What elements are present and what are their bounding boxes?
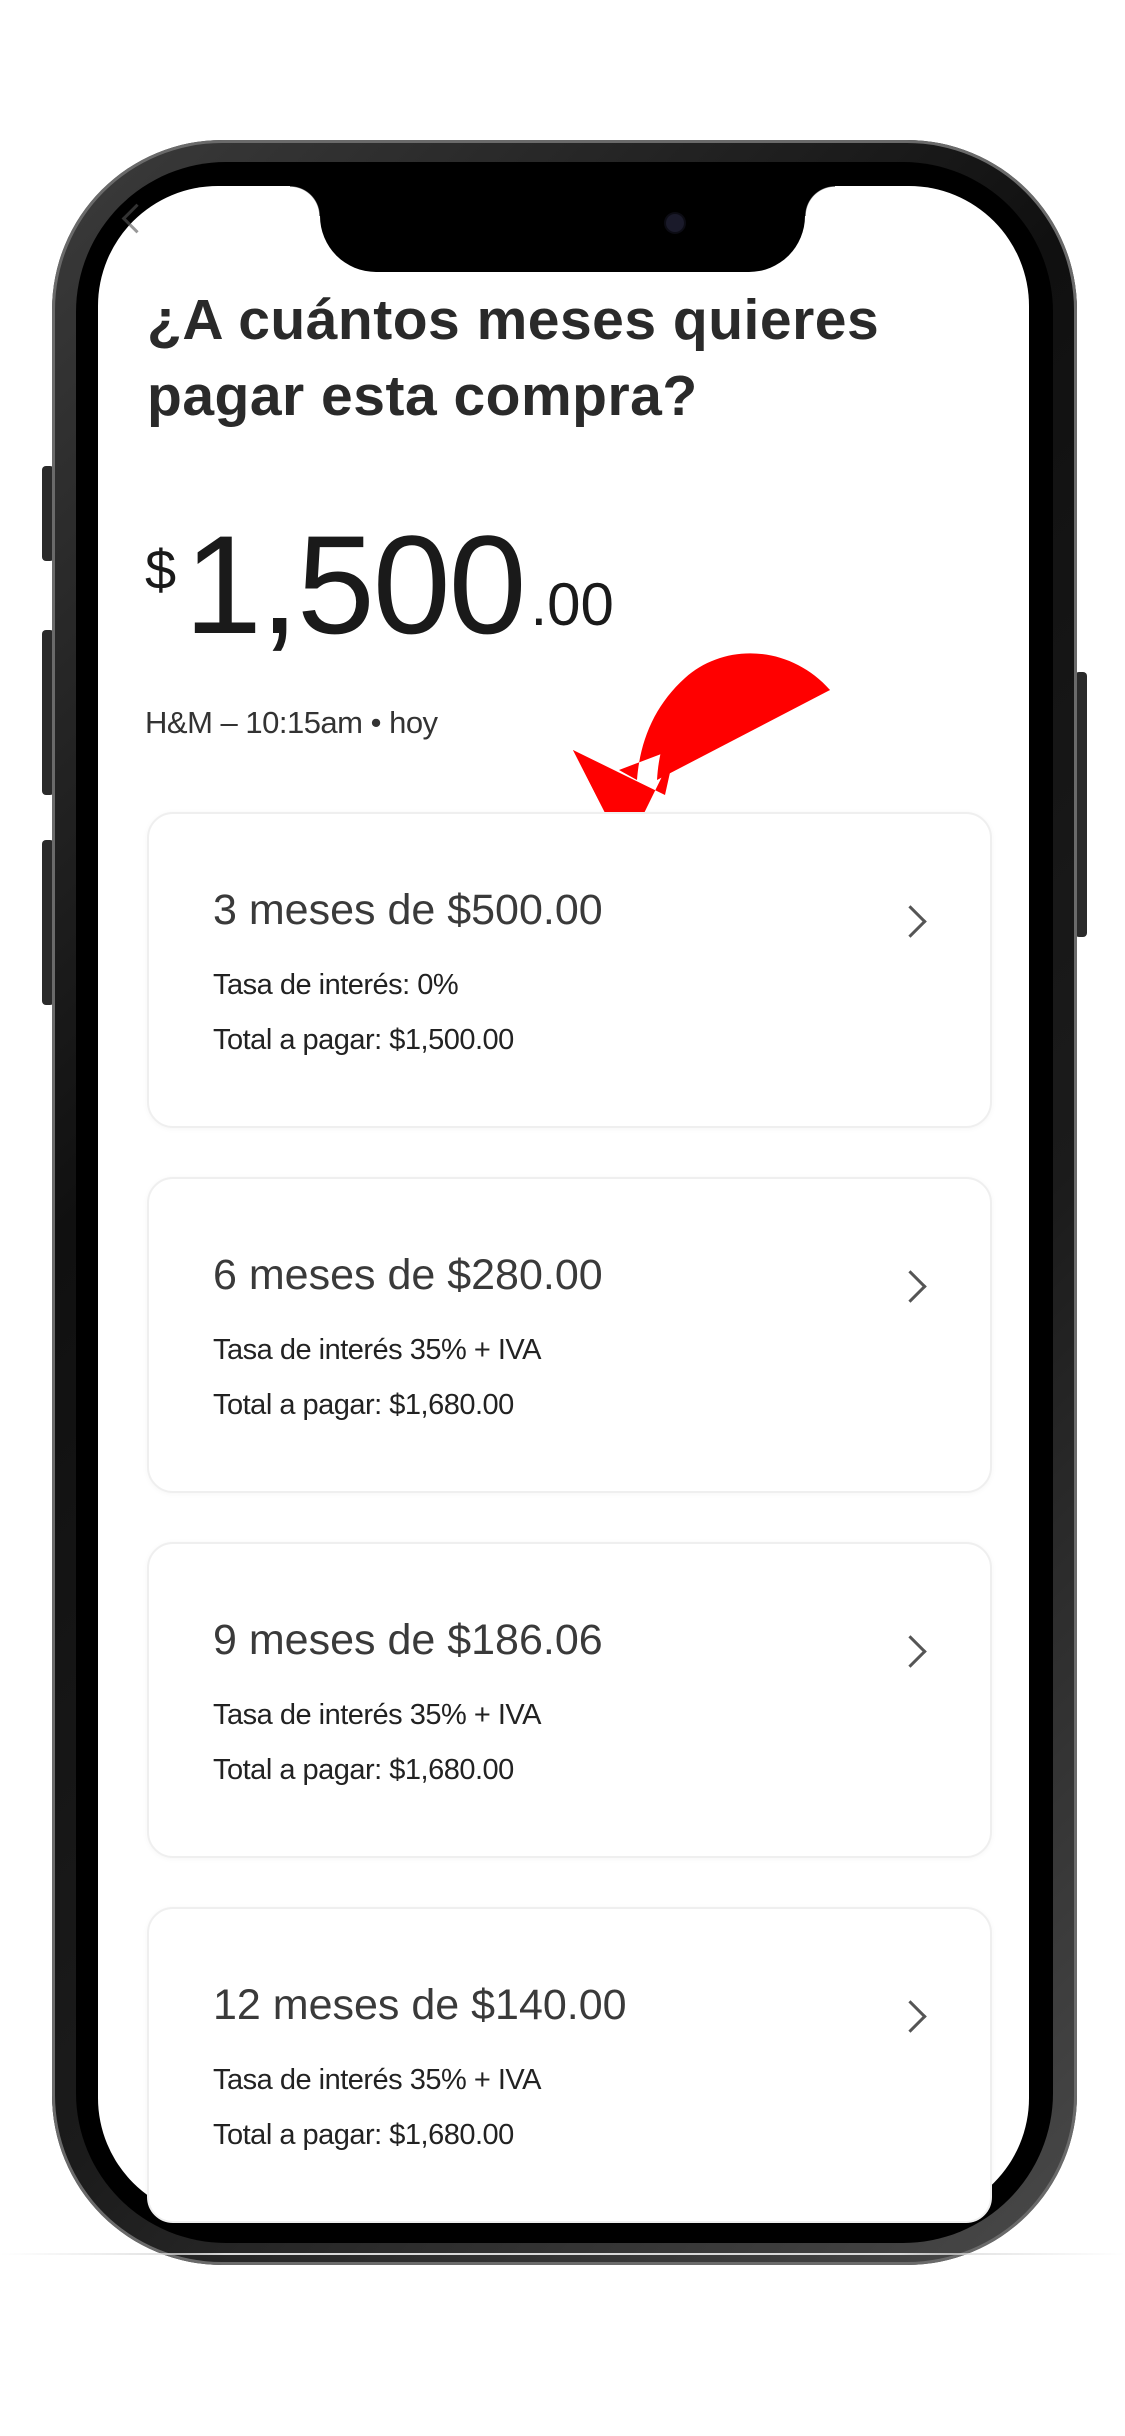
plan-title: 9 meses de $186.06 <box>213 1616 603 1664</box>
amount-cents: .00 <box>530 571 614 638</box>
plan-total: Total a pagar: $1,680.00 <box>213 1389 514 1421</box>
screen-bottom-mask <box>98 2218 1029 2222</box>
purchase-amount: $ 1,500 .00 <box>145 515 614 655</box>
amount-value: 1,500 <box>184 506 526 663</box>
plan-interest-rate: Tasa de interés: 0% <box>213 969 459 1001</box>
installment-plan-card[interactable]: 3 meses de $500.00 Tasa de interés: 0% T… <box>147 812 992 1128</box>
plan-interest-rate: Tasa de interés 35% + IVA <box>213 1699 541 1731</box>
plan-interest-rate: Tasa de interés 35% + IVA <box>213 2064 541 2096</box>
plan-total: Total a pagar: $1,680.00 <box>213 2119 514 2151</box>
amount-currency-symbol: $ <box>145 538 177 601</box>
plan-interest-rate: Tasa de interés 35% + IVA <box>213 1334 541 1366</box>
purchase-details: H&M – 10:15am • hoy <box>145 705 438 740</box>
front-camera-icon <box>666 214 684 232</box>
installment-plan-card[interactable]: 9 meses de $186.06 Tasa de interés 35% +… <box>147 1542 992 1858</box>
chevron-right-icon <box>894 905 927 938</box>
page-title: ¿A cuántos meses quieres pagar esta comp… <box>147 288 880 428</box>
plan-title: 6 meses de $280.00 <box>213 1251 603 1299</box>
installment-plan-card[interactable]: 12 meses de $140.00 Tasa de interés 35% … <box>147 1907 992 2223</box>
plan-title: 3 meses de $500.00 <box>213 886 603 934</box>
chevron-right-icon <box>894 1635 927 1668</box>
chevron-right-icon <box>894 2000 927 2033</box>
chevron-right-icon <box>894 1270 927 1303</box>
installment-plan-card[interactable]: 6 meses de $280.00 Tasa de interés 35% +… <box>147 1177 992 1493</box>
installment-plans-list: 3 meses de $500.00 Tasa de interés: 0% T… <box>147 812 992 2272</box>
phone-notch <box>290 186 835 272</box>
surface-line <box>0 2253 1125 2255</box>
plan-total: Total a pagar: $1,500.00 <box>213 1024 514 1056</box>
plan-total: Total a pagar: $1,680.00 <box>213 1754 514 1786</box>
plan-title: 12 meses de $140.00 <box>213 1981 627 2029</box>
